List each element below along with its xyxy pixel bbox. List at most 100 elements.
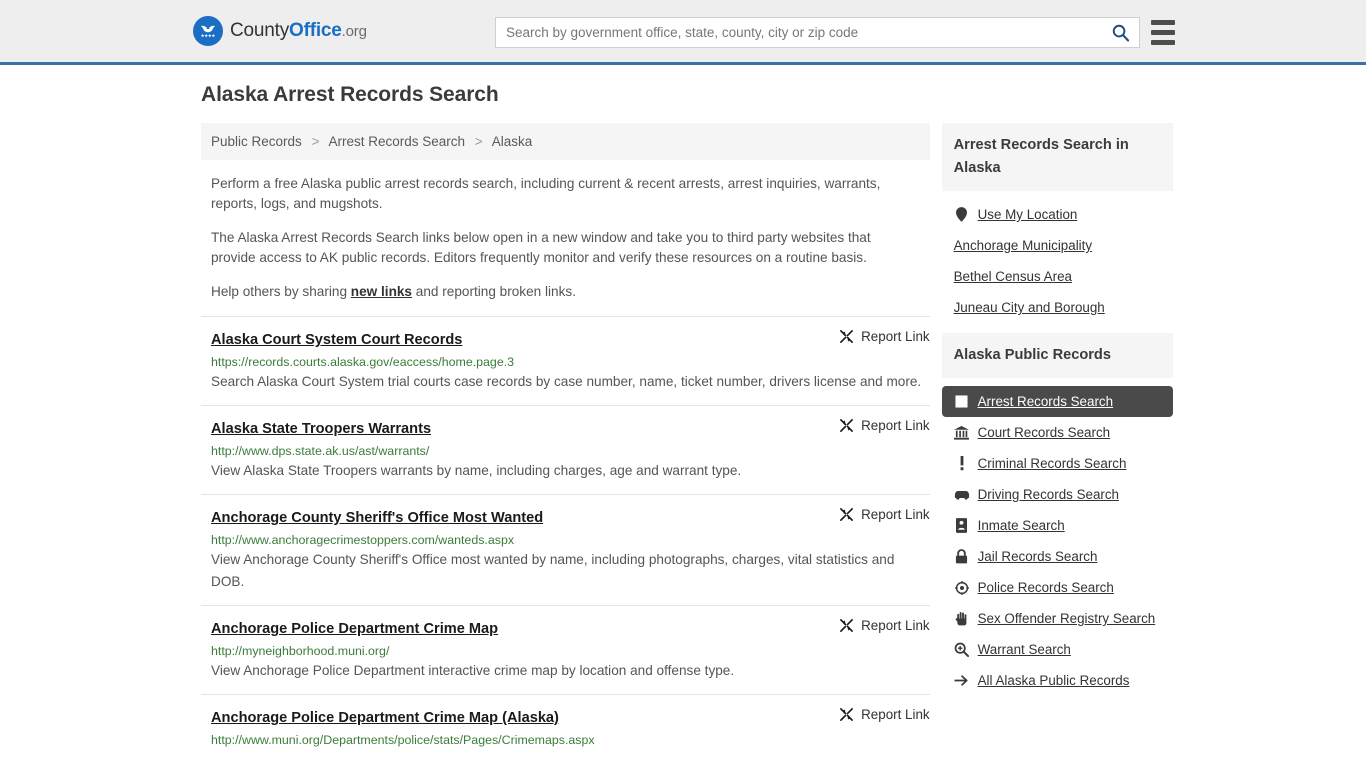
result-url: http://www.anchoragecrimestoppers.com/wa… (211, 533, 515, 547)
broken-link-icon (839, 618, 854, 633)
broken-link-icon (839, 418, 854, 433)
intro-paragraph-2: The Alaska Arrest Records Search links b… (211, 230, 871, 265)
lock-icon (954, 549, 970, 564)
new-links-link[interactable]: new links (351, 284, 412, 299)
sidebar-item-driving-records-search[interactable]: Driving Records Search (942, 479, 1173, 510)
map-pin-icon (954, 207, 970, 222)
sidebar-panel-public-records: Alaska Public Records Arrest Records Sea… (941, 333, 1173, 700)
hamburger-bar (1151, 40, 1175, 45)
sidebar-item-sex-offender-registry-search[interactable]: Sex Offender Registry Search (942, 603, 1173, 634)
broken-link-icon (839, 507, 854, 522)
sidebar-item-warrant-search[interactable]: Warrant Search (942, 634, 1173, 665)
intro-paragraph-3: Help others by sharing new links and rep… (211, 282, 916, 302)
result-description: View Anchorage Police Department interac… (211, 663, 735, 678)
sidebar-item-use-my-location[interactable]: Use My Location (942, 199, 1173, 230)
sidebar-item-label: Juneau City and Borough (953, 300, 1105, 315)
magnifier-plus-icon (954, 642, 970, 657)
result-url: http://www.dps.state.ak.us/ast/warrants/ (211, 444, 430, 458)
report-link-button[interactable]: Report Link (839, 618, 930, 633)
main-content: Public Records > Arrest Records Search >… (201, 123, 930, 761)
result-title-link[interactable]: Anchorage Police Department Crime Map (211, 621, 498, 637)
search-button[interactable] (1101, 18, 1139, 47)
sidebar-panel-heading: Alaska Public Records (941, 333, 1173, 378)
report-link-button[interactable]: Report Link (839, 418, 930, 433)
report-link-label: Report Link (861, 618, 930, 633)
id-card-icon (954, 395, 970, 408)
sidebar-item-label: Warrant Search (977, 642, 1071, 657)
report-link-label: Report Link (861, 707, 930, 722)
sidebar-item-inmate-search[interactable]: Inmate Search (942, 510, 1173, 541)
logo-text-tld: .org (341, 23, 367, 40)
result-url: http://www.muni.org/Departments/police/s… (211, 733, 595, 747)
eagle-seal-icon (193, 16, 223, 46)
sidebar-item-label: Inmate Search (977, 518, 1065, 533)
result-item: Anchorage Police Department Crime Map Re… (201, 605, 930, 694)
sidebar-item-anchorage-municipality[interactable]: Anchorage Municipality (942, 230, 1173, 261)
logo-text-county: County (230, 20, 290, 41)
site-logo[interactable]: CountyOffice.org (193, 16, 367, 46)
sidebar-item-label: Criminal Records Search (977, 456, 1127, 471)
sidebar-item-jail-records-search[interactable]: Jail Records Search (942, 541, 1173, 572)
breadcrumb-item-alaska[interactable]: Alaska (492, 134, 533, 149)
intro-text-before: Help others by sharing (211, 284, 351, 299)
report-link-button[interactable]: Report Link (839, 707, 930, 722)
car-icon (954, 489, 970, 500)
broken-link-icon (839, 707, 854, 722)
result-description: View Alaska State Troopers warrants by n… (211, 463, 742, 478)
sidebar-panel-heading: Arrest Records Search in Alaska (941, 123, 1173, 191)
site-header: CountyOffice.org (0, 0, 1366, 65)
sidebar-item-label: Police Records Search (977, 580, 1114, 595)
result-item: Anchorage Police Department Crime Map (A… (201, 694, 930, 761)
result-title-link[interactable]: Alaska State Troopers Warrants (211, 421, 431, 437)
breadcrumb-separator: > (474, 134, 483, 149)
content-columns: Public Records > Arrest Records Search >… (193, 123, 1173, 761)
sidebar-item-police-records-search[interactable]: Police Records Search (942, 572, 1173, 603)
breadcrumb-separator: > (311, 134, 320, 149)
exclamation-icon (954, 456, 970, 471)
intro-paragraph-1: Perform a free Alaska public arrest reco… (211, 176, 881, 211)
sidebar-item-label: Anchorage Municipality (953, 238, 1093, 253)
sidebar-item-label: Arrest Records Search (977, 394, 1114, 409)
hamburger-bar (1151, 30, 1175, 35)
result-title-link[interactable]: Anchorage County Sheriff's Office Most W… (211, 510, 543, 526)
result-description: Search Alaska Court System trial courts … (211, 374, 922, 389)
sidebar-item-arrest-records-search[interactable]: Arrest Records Search (941, 386, 1173, 417)
result-description: View Anchorage County Sheriff's Office m… (211, 552, 895, 589)
inmate-badge-icon (954, 518, 970, 533)
police-badge-icon (954, 580, 970, 595)
breadcrumb: Public Records > Arrest Records Search >… (201, 123, 930, 160)
sidebar-item-juneau-city-and-borough[interactable]: Juneau City and Borough (942, 292, 1173, 323)
sidebar-item-label: Court Records Search (977, 425, 1111, 440)
broken-link-icon (839, 329, 854, 344)
sidebar: Arrest Records Search in Alaska Use My L… (941, 123, 1173, 706)
report-link-button[interactable]: Report Link (839, 507, 930, 522)
result-item: Alaska Court System Court Records Report… (201, 316, 930, 405)
arrow-right-icon (954, 674, 970, 687)
intro-text-after: and reporting broken links. (412, 284, 576, 299)
sidebar-item-label: Driving Records Search (977, 487, 1120, 502)
result-title-link[interactable]: Alaska Court System Court Records (211, 332, 462, 348)
page-container: Alaska Arrest Records Search Public Reco… (193, 65, 1173, 761)
report-link-label: Report Link (861, 507, 930, 522)
sidebar-item-bethel-census-area[interactable]: Bethel Census Area (942, 261, 1173, 292)
logo-text-office: Office (289, 20, 342, 41)
report-link-button[interactable]: Report Link (839, 329, 930, 344)
sidebar-item-label: Sex Offender Registry Search (977, 611, 1156, 626)
result-item: Alaska State Troopers Warrants Report Li… (201, 405, 930, 494)
search-input[interactable] (496, 18, 1101, 47)
sidebar-item-label: Use My Location (977, 207, 1078, 222)
hamburger-menu-icon[interactable] (1151, 20, 1175, 45)
sidebar-item-criminal-records-search[interactable]: Criminal Records Search (942, 448, 1173, 479)
sidebar-item-all-alaska-public-records[interactable]: All Alaska Public Records (942, 665, 1173, 696)
breadcrumb-item-public-records[interactable]: Public Records (211, 134, 302, 149)
result-url: https://records.courts.alaska.gov/eacces… (211, 355, 515, 369)
result-title-link[interactable]: Anchorage Police Department Crime Map (A… (211, 710, 559, 726)
breadcrumb-item-arrest-records-search[interactable]: Arrest Records Search (328, 134, 465, 149)
sidebar-item-court-records-search[interactable]: Court Records Search (942, 417, 1173, 448)
search-icon (1112, 24, 1129, 42)
sidebar-item-label: Jail Records Search (977, 549, 1098, 564)
sidebar-panel-body: Arrest Records Search Court Records Sear… (941, 378, 1173, 700)
report-link-label: Report Link (861, 418, 930, 433)
page-title: Alaska Arrest Records Search (201, 83, 499, 106)
courthouse-icon (954, 425, 970, 440)
